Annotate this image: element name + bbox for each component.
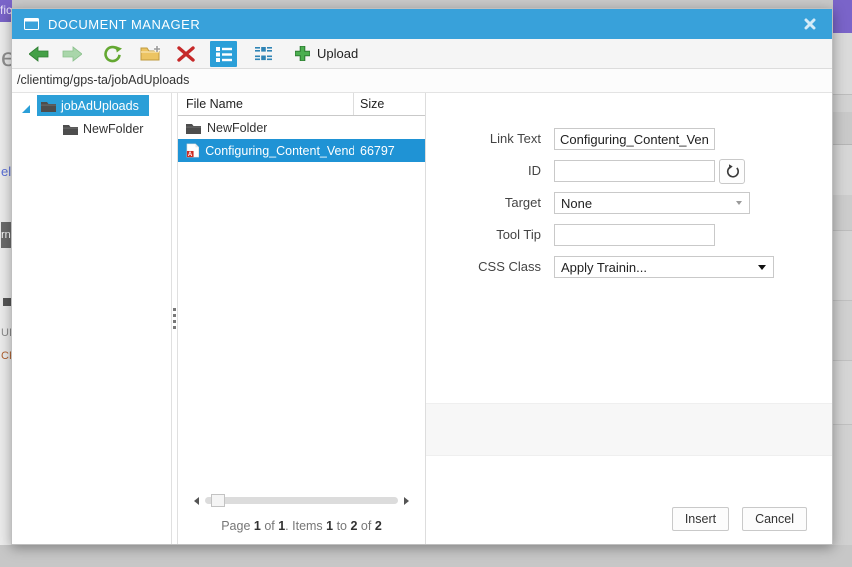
file-list: File Name Size NewFolder A Configuring_C… xyxy=(178,93,426,544)
pager-status: Page 1 of 1. Items 1 to 2 of 2 xyxy=(221,519,382,533)
toolbar: Upload xyxy=(12,39,832,69)
window-icon xyxy=(24,17,39,31)
id-label: ID xyxy=(528,163,541,178)
file-size: 66797 xyxy=(360,143,395,158)
forward-icon[interactable] xyxy=(62,45,82,62)
file-name: NewFolder xyxy=(207,120,268,135)
chevron-down-icon xyxy=(736,201,742,205)
target-value: None xyxy=(561,195,593,211)
cancel-button[interactable]: Cancel xyxy=(742,507,807,531)
column-header-size[interactable]: Size xyxy=(354,93,425,115)
folder-icon xyxy=(41,101,56,112)
folder-icon xyxy=(186,123,201,134)
panel-divider-band xyxy=(426,403,832,456)
tree-node-jobaduploads[interactable]: jobAdUploads xyxy=(12,95,171,116)
tree-node-newfolder[interactable]: NewFolder xyxy=(12,118,171,139)
folder-tree: jobAdUploads NewFolder xyxy=(12,93,171,544)
refresh-circle-icon xyxy=(726,164,739,178)
new-folder-icon[interactable] xyxy=(140,45,162,62)
tree-node-label: NewFolder xyxy=(83,121,144,136)
file-row-newfolder[interactable]: NewFolder xyxy=(178,116,425,139)
selected-tree-node[interactable]: jobAdUploads xyxy=(37,95,149,116)
collapse-triangle-icon[interactable] xyxy=(21,101,31,119)
css-class-label: CSS Class xyxy=(478,259,541,274)
document-manager-dialog: DOCUMENT MANAGER Upload /clientimg/gps-t… xyxy=(11,8,833,545)
upload-label: Upload xyxy=(317,46,359,61)
scroll-right-icon[interactable] xyxy=(404,496,409,505)
regenerate-id-button[interactable] xyxy=(719,159,745,184)
svg-text:A: A xyxy=(188,152,193,158)
splitter-grip-icon xyxy=(173,305,176,332)
column-header-file-name[interactable]: File Name xyxy=(178,93,354,115)
scroll-left-icon[interactable] xyxy=(194,496,199,505)
current-path: /clientimg/gps-ta/jobAdUploads xyxy=(12,69,832,93)
target-dropdown[interactable]: None xyxy=(554,192,750,214)
backdrop-icon xyxy=(3,298,11,306)
dialog-footer: Insert Cancel xyxy=(659,507,807,531)
backdrop-header-fragment-right xyxy=(833,0,852,33)
file-list-header: File Name Size xyxy=(178,93,425,116)
target-label: Target xyxy=(504,195,541,210)
pdf-file-icon: A xyxy=(186,143,200,158)
pane-splitter[interactable] xyxy=(171,93,178,544)
refresh-icon[interactable] xyxy=(103,45,123,63)
tooltip-label: Tool Tip xyxy=(496,227,541,242)
insert-button[interactable]: Insert xyxy=(671,507,730,531)
backdrop-right-strip xyxy=(833,33,852,545)
tree-node-label: jobAdUploads xyxy=(61,98,139,113)
backdrop-bottom-strip xyxy=(0,545,852,567)
link-text-label: Link Text xyxy=(489,131,541,146)
file-name: Configuring_Content_Vendo xyxy=(205,143,354,158)
scrollbar-thumb[interactable] xyxy=(211,494,225,507)
list-view-button[interactable] xyxy=(210,40,237,67)
css-class-value: Apply Trainin... xyxy=(561,259,647,275)
link-text-input[interactable] xyxy=(554,128,715,150)
tooltip-input[interactable] xyxy=(554,224,715,246)
scrollbar-track[interactable] xyxy=(205,494,398,507)
id-input[interactable] xyxy=(554,160,715,182)
delete-icon[interactable] xyxy=(177,45,195,62)
folder-icon xyxy=(63,124,78,135)
back-icon[interactable] xyxy=(29,45,49,62)
upload-button[interactable]: Upload xyxy=(294,45,358,62)
backdrop-text: el xyxy=(1,164,12,179)
close-icon[interactable] xyxy=(798,13,822,35)
properties-panel: Link Text ID Target N xyxy=(426,93,832,544)
chevron-down-icon xyxy=(758,264,766,270)
horizontal-scrollbar[interactable] xyxy=(194,493,409,508)
file-row-selected-pdf[interactable]: A Configuring_Content_Vendo 66797 xyxy=(178,139,425,162)
dialog-title: DOCUMENT MANAGER xyxy=(48,16,201,32)
plus-icon xyxy=(294,45,311,62)
dialog-titlebar[interactable]: DOCUMENT MANAGER xyxy=(12,9,832,39)
thumbnails-view-button[interactable] xyxy=(250,41,277,67)
css-class-dropdown[interactable]: Apply Trainin... xyxy=(554,256,774,278)
